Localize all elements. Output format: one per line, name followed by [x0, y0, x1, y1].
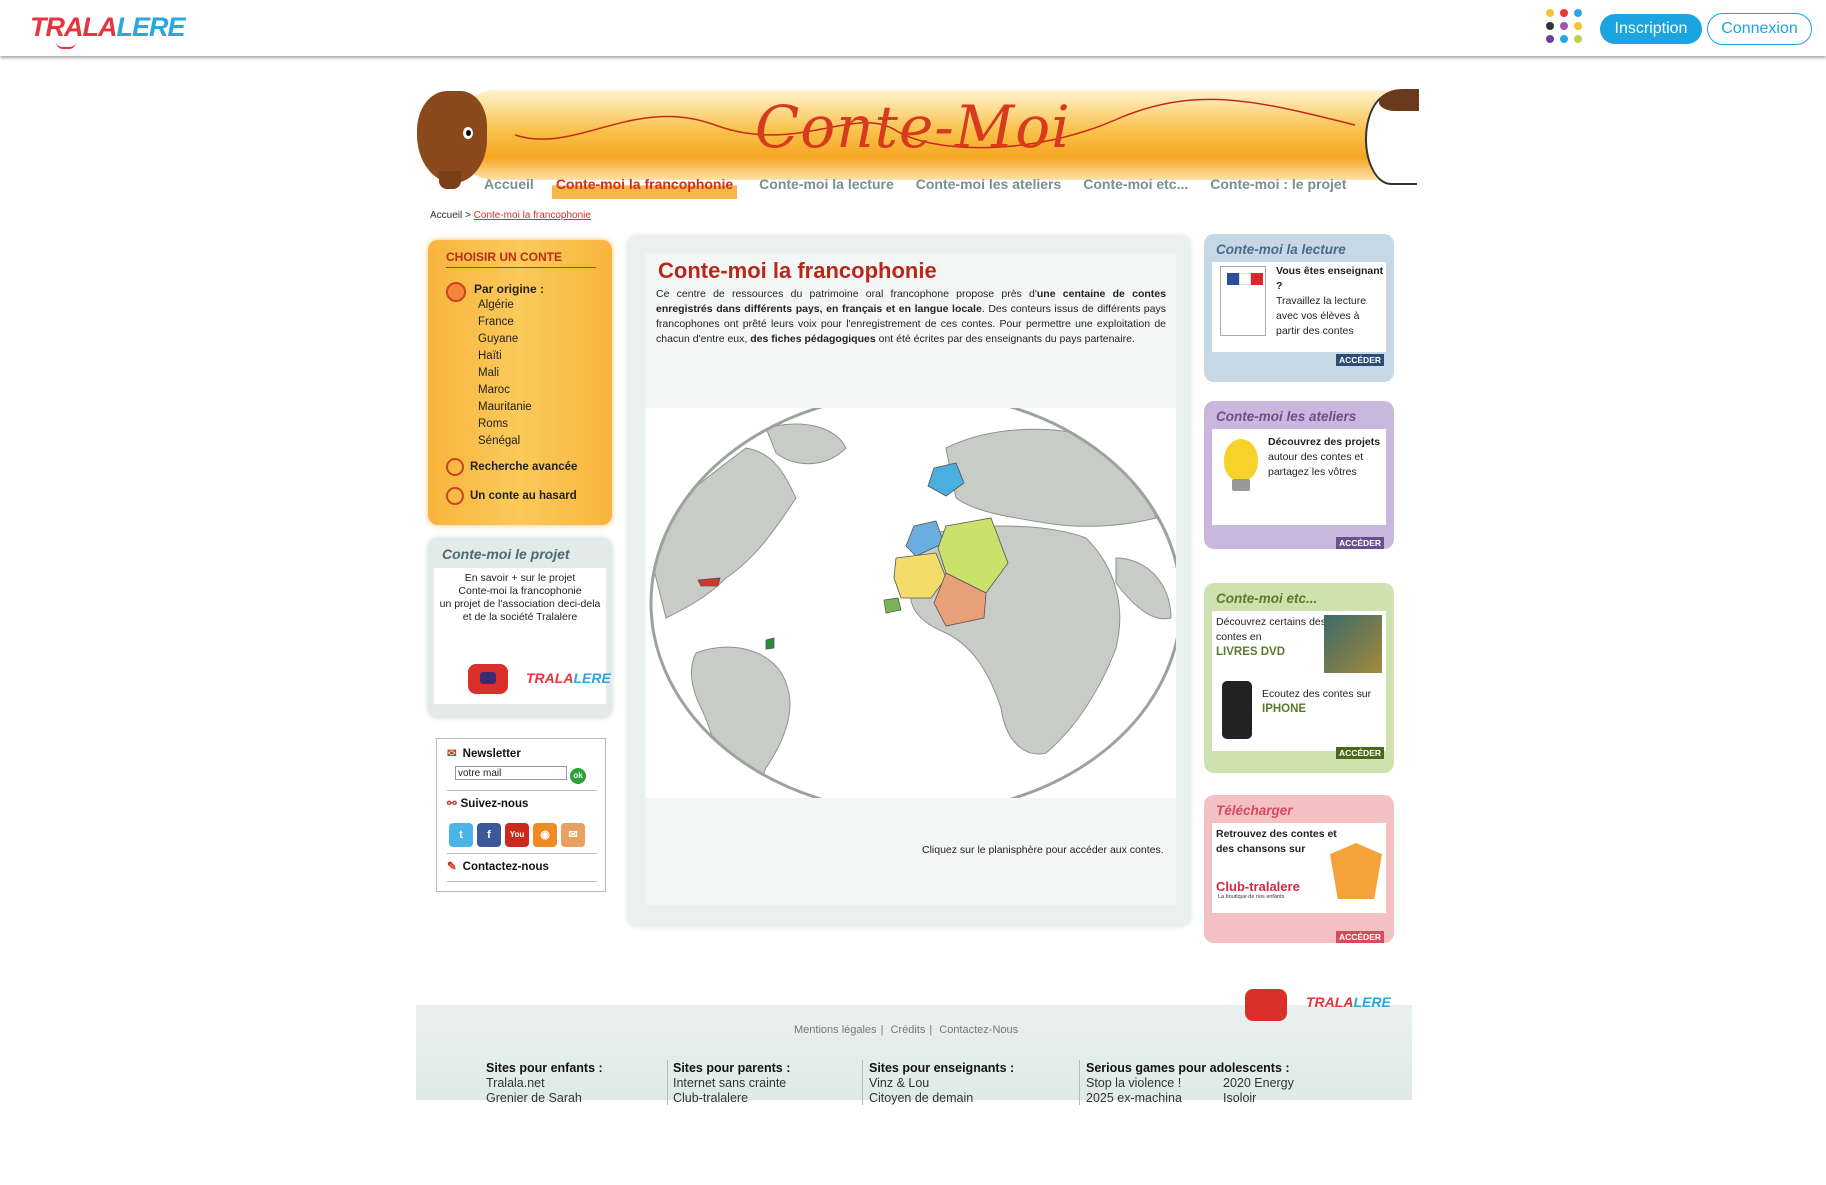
origin-list: Algérie France Guyane Haïti Mali Maroc M…	[478, 299, 532, 452]
origin-link[interactable]: Mali	[478, 367, 532, 384]
connexion-button[interactable]: Connexion	[1707, 13, 1812, 45]
apps-grid-icon[interactable]	[1546, 9, 1586, 47]
fox-mascot	[1330, 843, 1382, 899]
email-icon[interactable]: ✉	[561, 823, 585, 847]
lecture-heading: Conte-moi la lecture	[1216, 242, 1346, 257]
lecture-box: Conte-moi la lecture Vous êtes enseignan…	[1204, 234, 1394, 382]
newsletter-email-input[interactable]	[455, 766, 567, 780]
follow-label: ⚯ Suivez-nous	[447, 798, 529, 810]
iphone-image[interactable]	[1222, 681, 1252, 739]
download-box: Télécharger Retrouvez des contes et des …	[1204, 795, 1394, 943]
envelope-icon: ✉	[447, 748, 457, 760]
footer-col-enfants: Sites pour enfants : Tralala.net Grenier…	[486, 1061, 603, 1105]
contact-footer-link[interactable]: Contactez-Nous	[939, 1024, 1018, 1036]
project-text: En savoir + sur le projet Conte-moi la f…	[439, 572, 601, 623]
african-child-illustration	[417, 91, 487, 189]
nav-ateliers[interactable]: Conte-moi les ateliers	[916, 176, 1062, 200]
globe-icon	[446, 282, 466, 302]
nav-lecture[interactable]: Conte-moi la lecture	[759, 176, 894, 200]
inscription-button[interactable]: Inscription	[1600, 14, 1702, 44]
tralalere-logo-small[interactable]: TRALALERE	[526, 670, 611, 686]
origin-link[interactable]: Sénégal	[478, 435, 532, 452]
etc-heading: Conte-moi etc...	[1216, 591, 1318, 606]
newsletter-box: ✉Newsletter ok ⚯Suivez-nous t f You ◉ ✉ …	[436, 738, 606, 892]
map-senegal	[883, 597, 902, 614]
ministry-logo	[1220, 266, 1266, 336]
origin-link[interactable]: France	[478, 316, 532, 333]
choose-tale-heading: CHOISIR UN CONTE	[446, 250, 596, 268]
origin-link[interactable]: Roms	[478, 418, 532, 435]
child-illustration	[1365, 89, 1419, 185]
youtube-icon[interactable]: You	[505, 823, 529, 847]
breadcrumb-home[interactable]: Accueil	[430, 210, 462, 221]
facebook-icon[interactable]: f	[477, 823, 501, 847]
page-title: Conte-moi la francophonie	[658, 258, 937, 283]
newsletter-ok-button[interactable]: ok	[570, 768, 586, 784]
footer-col-serious-games: Serious games pour adolescents : Stop la…	[1086, 1061, 1294, 1105]
download-heading: Télécharger	[1216, 803, 1293, 818]
project-heading: Conte-moi le projet	[442, 546, 570, 562]
decidela-logo[interactable]	[468, 664, 508, 694]
lightbulb-icon	[1224, 439, 1258, 481]
magnifier-icon	[446, 458, 464, 476]
twitter-icon[interactable]: t	[449, 823, 473, 847]
intro-text: Ce centre de ressources du patrimoine or…	[656, 288, 1166, 345]
dvd-cover-image[interactable]	[1324, 615, 1382, 673]
club-tralalere-logo[interactable]: Club-tralalere	[1216, 879, 1300, 894]
nav-etc[interactable]: Conte-moi etc...	[1083, 176, 1188, 200]
origin-link[interactable]: Maroc	[478, 384, 532, 401]
nav-francophonie[interactable]: Conte-moi la francophonie	[551, 176, 738, 200]
etc-box: Conte-moi etc... Découvrez certains des …	[1204, 583, 1394, 773]
ateliers-box: Conte-moi les ateliers Découvrez des pro…	[1204, 401, 1394, 549]
conte-moi-title: Conte-Moi	[755, 93, 1071, 161]
origin-link[interactable]: Guyane	[478, 333, 532, 350]
decidela-logo[interactable]	[1245, 989, 1287, 1021]
ateliers-heading: Conte-moi les ateliers	[1216, 409, 1357, 424]
tralalere-logo[interactable]: TRALALERE	[30, 12, 186, 49]
download-access-button[interactable]: ACCÉDER	[1335, 931, 1384, 943]
origin-link[interactable]: Mauritanie	[478, 401, 532, 418]
map-caption: Cliquez sur le planisphère pour accéder …	[922, 844, 1164, 856]
nav-projet[interactable]: Conte-moi : le projet	[1210, 176, 1346, 200]
footer-links: Mentions légales | Crédits | Contactez-Nou…	[794, 1024, 1019, 1036]
bike-icon: ⚯	[447, 798, 457, 810]
breadcrumb: Accueil > Conte-moi la francophonie	[430, 210, 591, 221]
tralalere-logo[interactable]: TRALALERE	[1306, 994, 1391, 1010]
lecture-access-button[interactable]: ACCÉDER	[1335, 354, 1384, 366]
world-map[interactable]	[646, 408, 1176, 798]
choose-tale-box: CHOISIR UN CONTE Par origine : Algérie F…	[428, 240, 612, 525]
random-tale-link[interactable]: Un conte au hasard	[446, 487, 577, 505]
advanced-search-link[interactable]: Recherche avancée	[446, 458, 577, 476]
breadcrumb-current[interactable]: Conte-moi la francophonie	[474, 210, 591, 221]
contact-link[interactable]: ✎ Contactez-nous	[447, 859, 549, 873]
origin-label: Par origine :	[474, 282, 545, 296]
footer-col-parents: Sites pour parents : Internet sans crain…	[673, 1061, 791, 1105]
credits-link[interactable]: Crédits	[890, 1024, 925, 1036]
random-icon	[446, 487, 464, 505]
newsletter-label: ✉ Newsletter	[447, 748, 521, 760]
map-guyane	[765, 637, 775, 650]
origin-link[interactable]: Haïti	[478, 350, 532, 367]
project-box: Conte-moi le projet En savoir + sur le p…	[428, 538, 612, 718]
ateliers-access-button[interactable]: ACCÉDER	[1335, 537, 1384, 549]
mentions-link[interactable]: Mentions légales	[794, 1024, 877, 1036]
rss-icon[interactable]: ◉	[533, 823, 557, 847]
origin-link[interactable]: Algérie	[478, 299, 532, 316]
etc-access-button[interactable]: ACCÉDER	[1335, 747, 1384, 759]
pencil-icon: ✎	[447, 861, 457, 873]
main-nav: Accueil Conte-moi la francophonie Conte-…	[484, 176, 1368, 200]
top-bar: TRALALERE Inscription Connexion	[0, 0, 1826, 56]
nav-accueil[interactable]: Accueil	[484, 176, 534, 200]
footer-col-enseignants: Sites pour enseignants : Vinz & Lou Cito…	[869, 1061, 1015, 1105]
